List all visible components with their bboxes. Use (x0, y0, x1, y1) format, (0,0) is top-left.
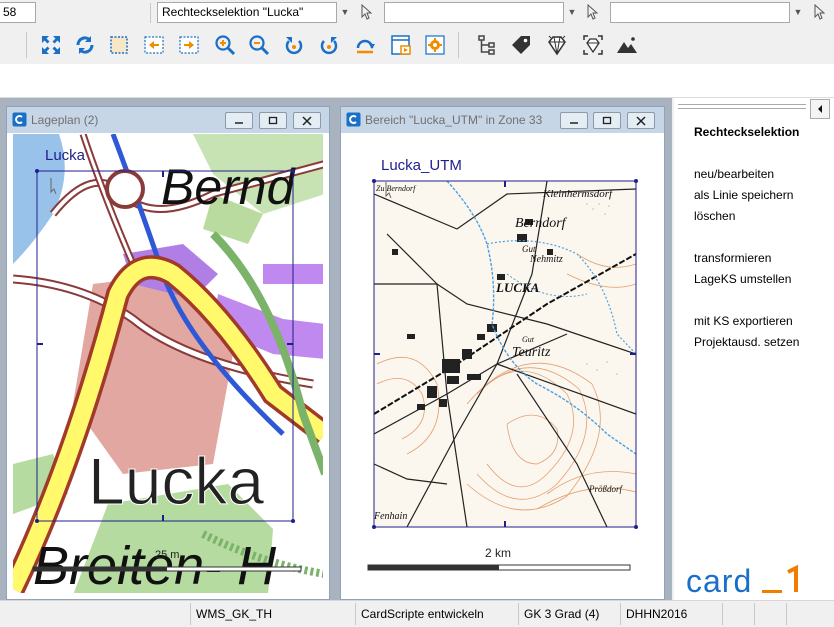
toolbar-edge (0, 36, 4, 56)
bereich-window[interactable]: Bereich "Lucka_UTM" in Zone 33 Berndorf … (340, 106, 665, 600)
reset-rotation-icon[interactable] (352, 32, 378, 58)
panel-grip[interactable] (678, 104, 806, 109)
zoom-in-icon[interactable] (212, 32, 238, 58)
layer-combo[interactable]: 58 (0, 2, 36, 23)
topo-label: Fenhain (373, 511, 407, 522)
status-layer: WMS_GK_TH (190, 603, 355, 625)
status-script: CardScripte entwickeln (355, 603, 518, 625)
status-bar: WMS_GK_TH CardScripte entwickeln GK 3 Gr… (0, 600, 834, 627)
combo-4[interactable] (610, 2, 790, 23)
lageplan-window[interactable]: Lageplan (2) Bernd Lucka Breiten- H Luck… (6, 106, 330, 600)
map-canvas: Bernd Lucka Breiten- H (13, 134, 323, 593)
topo-label: Kleinhermsdorf (542, 188, 614, 200)
selection-label: Lucka_UTM (381, 157, 462, 174)
status-cell (0, 603, 190, 625)
window-title: Bereich "Lucka_UTM" in Zone 33 (365, 113, 543, 127)
panel-action-new-edit[interactable]: neu/bearbeiten (694, 166, 774, 182)
panel-action-transform[interactable]: transformieren (694, 250, 771, 266)
map-place-label-bottom: Breiten- H (33, 536, 277, 593)
topo-label: Gut (522, 335, 535, 344)
diamond-icon[interactable] (544, 32, 570, 58)
selection-label: Lucka (45, 147, 86, 164)
status-crs: GK 3 Grad (4) (518, 603, 620, 625)
pointer-icon[interactable] (586, 3, 599, 20)
selection-combo[interactable]: Rechteckselektion "Lucka" (157, 2, 337, 23)
maximize-button[interactable] (593, 112, 621, 129)
topo-label: LUCKA (495, 280, 540, 295)
diamond-frame-icon[interactable] (580, 32, 606, 58)
status-cell (786, 603, 834, 625)
prev-view-icon[interactable] (141, 32, 167, 58)
next-view-icon[interactable] (176, 32, 202, 58)
settings-icon[interactable] (422, 32, 448, 58)
separator (26, 32, 27, 58)
combo-row: 58 Rechteckselektion "Lucka" ▼ ▼ ▼ (0, 0, 834, 26)
chevron-down-icon[interactable]: ▼ (565, 2, 579, 23)
tag-icon[interactable] (508, 32, 534, 58)
app-icon (346, 112, 361, 127)
select-rect-icon[interactable] (106, 32, 132, 58)
chevron-down-icon[interactable]: ▼ (791, 2, 805, 23)
print-layout-icon[interactable] (388, 32, 414, 58)
topo-label: Nehmitz (529, 254, 563, 265)
close-button[interactable] (293, 112, 321, 129)
panel-action-switch-lageks[interactable]: LageKS umstellen (694, 271, 791, 287)
panel-action-export-ks[interactable]: mit KS exportieren (694, 313, 793, 329)
tree-icon[interactable] (474, 32, 500, 58)
info-strip (0, 64, 834, 98)
zoom-out-icon[interactable] (246, 32, 272, 58)
side-panel: Rechteckselektion neu/bearbeiten als Lin… (674, 98, 834, 600)
minimize-button[interactable] (560, 112, 588, 129)
window-title: Lageplan (2) (31, 113, 99, 127)
svg-text:card: card (686, 564, 752, 598)
combo-3[interactable] (384, 2, 564, 23)
refresh-icon[interactable] (72, 32, 98, 58)
app-icon (12, 112, 27, 127)
topo-label: Gut (522, 244, 536, 254)
pointer-icon[interactable] (360, 3, 373, 20)
topo-label: Teuritz (512, 345, 551, 360)
mdi-area: Lageplan (2) Bernd Lucka Breiten- H Luck… (0, 98, 672, 600)
topo-map-canvas: Berndorf Kleinhermsdorf LUCKA Teuritz Ne… (367, 179, 638, 571)
rotate-right-icon[interactable] (316, 32, 342, 58)
chevron-left-icon (818, 105, 822, 113)
maximize-button[interactable] (259, 112, 287, 129)
toolbar (0, 26, 834, 64)
scale-label: 2 km (485, 546, 512, 560)
scale-label: 25 m (155, 549, 180, 561)
panel-action-set-project-extent[interactable]: Projektausd. setzen (694, 334, 799, 350)
status-cell (722, 603, 754, 625)
terrain-icon[interactable] (614, 32, 640, 58)
card1-logo: card (684, 563, 834, 599)
minimize-button[interactable] (225, 112, 253, 129)
topo-label: Zu Berndorf (376, 184, 417, 193)
close-button[interactable] (627, 112, 655, 129)
status-cell (754, 603, 786, 625)
chevron-down-icon[interactable]: ▼ (338, 2, 352, 23)
topo-label: Prößdorf (588, 484, 624, 494)
lageplan-map[interactable]: Bernd Lucka Breiten- H Lucka 25 m (13, 134, 323, 593)
pointer-icon[interactable] (813, 3, 826, 20)
separator (150, 3, 151, 23)
status-height-system: DHHN2016 (620, 603, 722, 625)
panel-action-delete[interactable]: löschen (694, 208, 735, 224)
map-town-label: Lucka (88, 444, 264, 518)
separator (458, 32, 459, 58)
map-place-label: Bernd (161, 159, 297, 215)
collapse-button[interactable] (810, 99, 830, 119)
panel-heading: Rechteckselektion (694, 125, 800, 139)
panel-action-save-line[interactable]: als Linie speichern (694, 187, 793, 203)
bereich-map[interactable]: Berndorf Kleinhermsdorf LUCKA Teuritz Ne… (347, 134, 658, 593)
zoom-all-icon[interactable] (38, 32, 64, 58)
rotate-left-icon[interactable] (281, 32, 307, 58)
topo-label: Berndorf (515, 216, 568, 231)
